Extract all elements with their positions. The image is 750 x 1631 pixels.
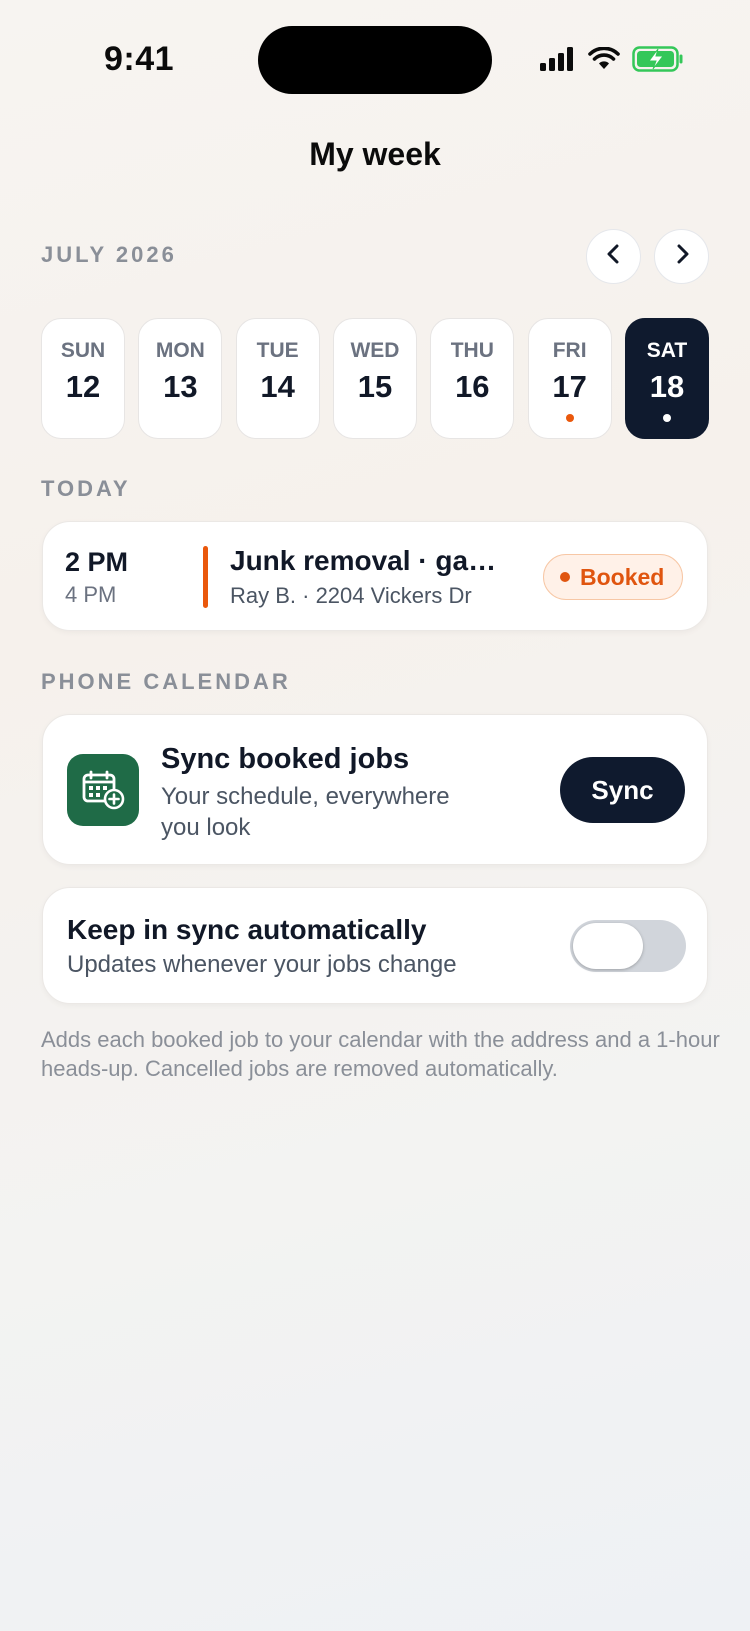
day-tue[interactable]: TUE 14 <box>235 318 320 439</box>
month-label: JULY 2026 <box>41 242 177 267</box>
sync-card: Sync booked jobs Your schedule, everywhe… <box>42 714 708 865</box>
phone-calendar-section-label: PHONE CALENDAR <box>41 669 291 694</box>
previous-week-button[interactable] <box>586 229 641 284</box>
page-title: My week <box>309 136 441 172</box>
sync-button[interactable]: Sync <box>560 757 685 823</box>
battery-charging-icon <box>632 46 684 77</box>
job-card[interactable]: 2 PM 4 PM Junk removal · ga… Ray B. · 22… <box>42 521 708 631</box>
day-of-week: TUE <box>256 339 299 362</box>
day-number: 17 <box>552 369 587 404</box>
day-number: 16 <box>455 369 490 404</box>
calendar-add-icon <box>67 754 139 826</box>
today-section-label: TODAY <box>41 476 131 501</box>
day-fri[interactable]: FRI 17 <box>527 318 612 439</box>
day-number: 18 <box>649 369 685 404</box>
chevron-right-icon <box>672 243 692 270</box>
toggle-knob <box>573 923 643 969</box>
job-indicator-dot <box>662 414 671 422</box>
job-accent-bar <box>203 546 208 608</box>
day-number: 15 <box>357 369 393 404</box>
day-mon[interactable]: MON 13 <box>138 318 223 439</box>
signal-icon <box>540 47 576 76</box>
auto-sync-subtitle: Updates whenever your jobs change <box>67 951 457 978</box>
day-sun[interactable]: SUN 12 <box>41 318 125 439</box>
day-number: 14 <box>260 369 295 404</box>
day-number: 12 <box>65 369 101 404</box>
day-thu[interactable]: THU 16 <box>430 318 515 439</box>
status-dot <box>560 572 570 582</box>
day-sat[interactable]: SAT 18 <box>624 318 709 439</box>
status-badge: Booked <box>543 554 684 600</box>
day-of-week: FRI <box>552 339 587 362</box>
day-of-week: SUN <box>60 339 106 362</box>
status-bar: 9:41 <box>0 0 750 120</box>
day-number: 13 <box>163 369 198 404</box>
chevron-left-icon <box>604 243 624 270</box>
wifi-icon <box>588 46 620 76</box>
day-of-week: MON <box>155 339 205 362</box>
job-indicator-dot <box>565 414 574 422</box>
job-start-time: 2 PM <box>65 547 129 577</box>
next-week-button[interactable] <box>654 229 709 284</box>
sync-footnote: Adds each booked job to your calendar wi… <box>41 1027 720 1081</box>
status-time: 9:41 <box>104 40 175 78</box>
sync-title: Sync booked jobs <box>161 743 410 775</box>
auto-sync-toggle[interactable] <box>570 920 686 972</box>
auto-sync-card: Keep in sync automatically Updates whene… <box>42 887 708 1004</box>
day-wed[interactable]: WED 15 <box>332 318 417 439</box>
week-day-strip: SUN 12 MON 13 TUE 14 WED 15 THU 16 FRI 1… <box>41 318 709 439</box>
day-of-week: THU <box>450 339 494 362</box>
dynamic-island <box>258 26 492 94</box>
day-of-week: WED <box>350 339 400 362</box>
sync-subtitle: Your schedule, everywhere you look <box>161 783 450 841</box>
status-icons <box>540 46 684 77</box>
status-badge-label: Booked <box>580 563 665 590</box>
day-of-week: SAT <box>646 339 688 362</box>
job-title: Junk removal · ga… <box>230 545 497 576</box>
job-subtitle: Ray B. · 2204 Vickers Dr <box>230 583 472 608</box>
job-end-time: 4 PM <box>65 582 117 607</box>
auto-sync-title: Keep in sync automatically <box>67 914 427 945</box>
